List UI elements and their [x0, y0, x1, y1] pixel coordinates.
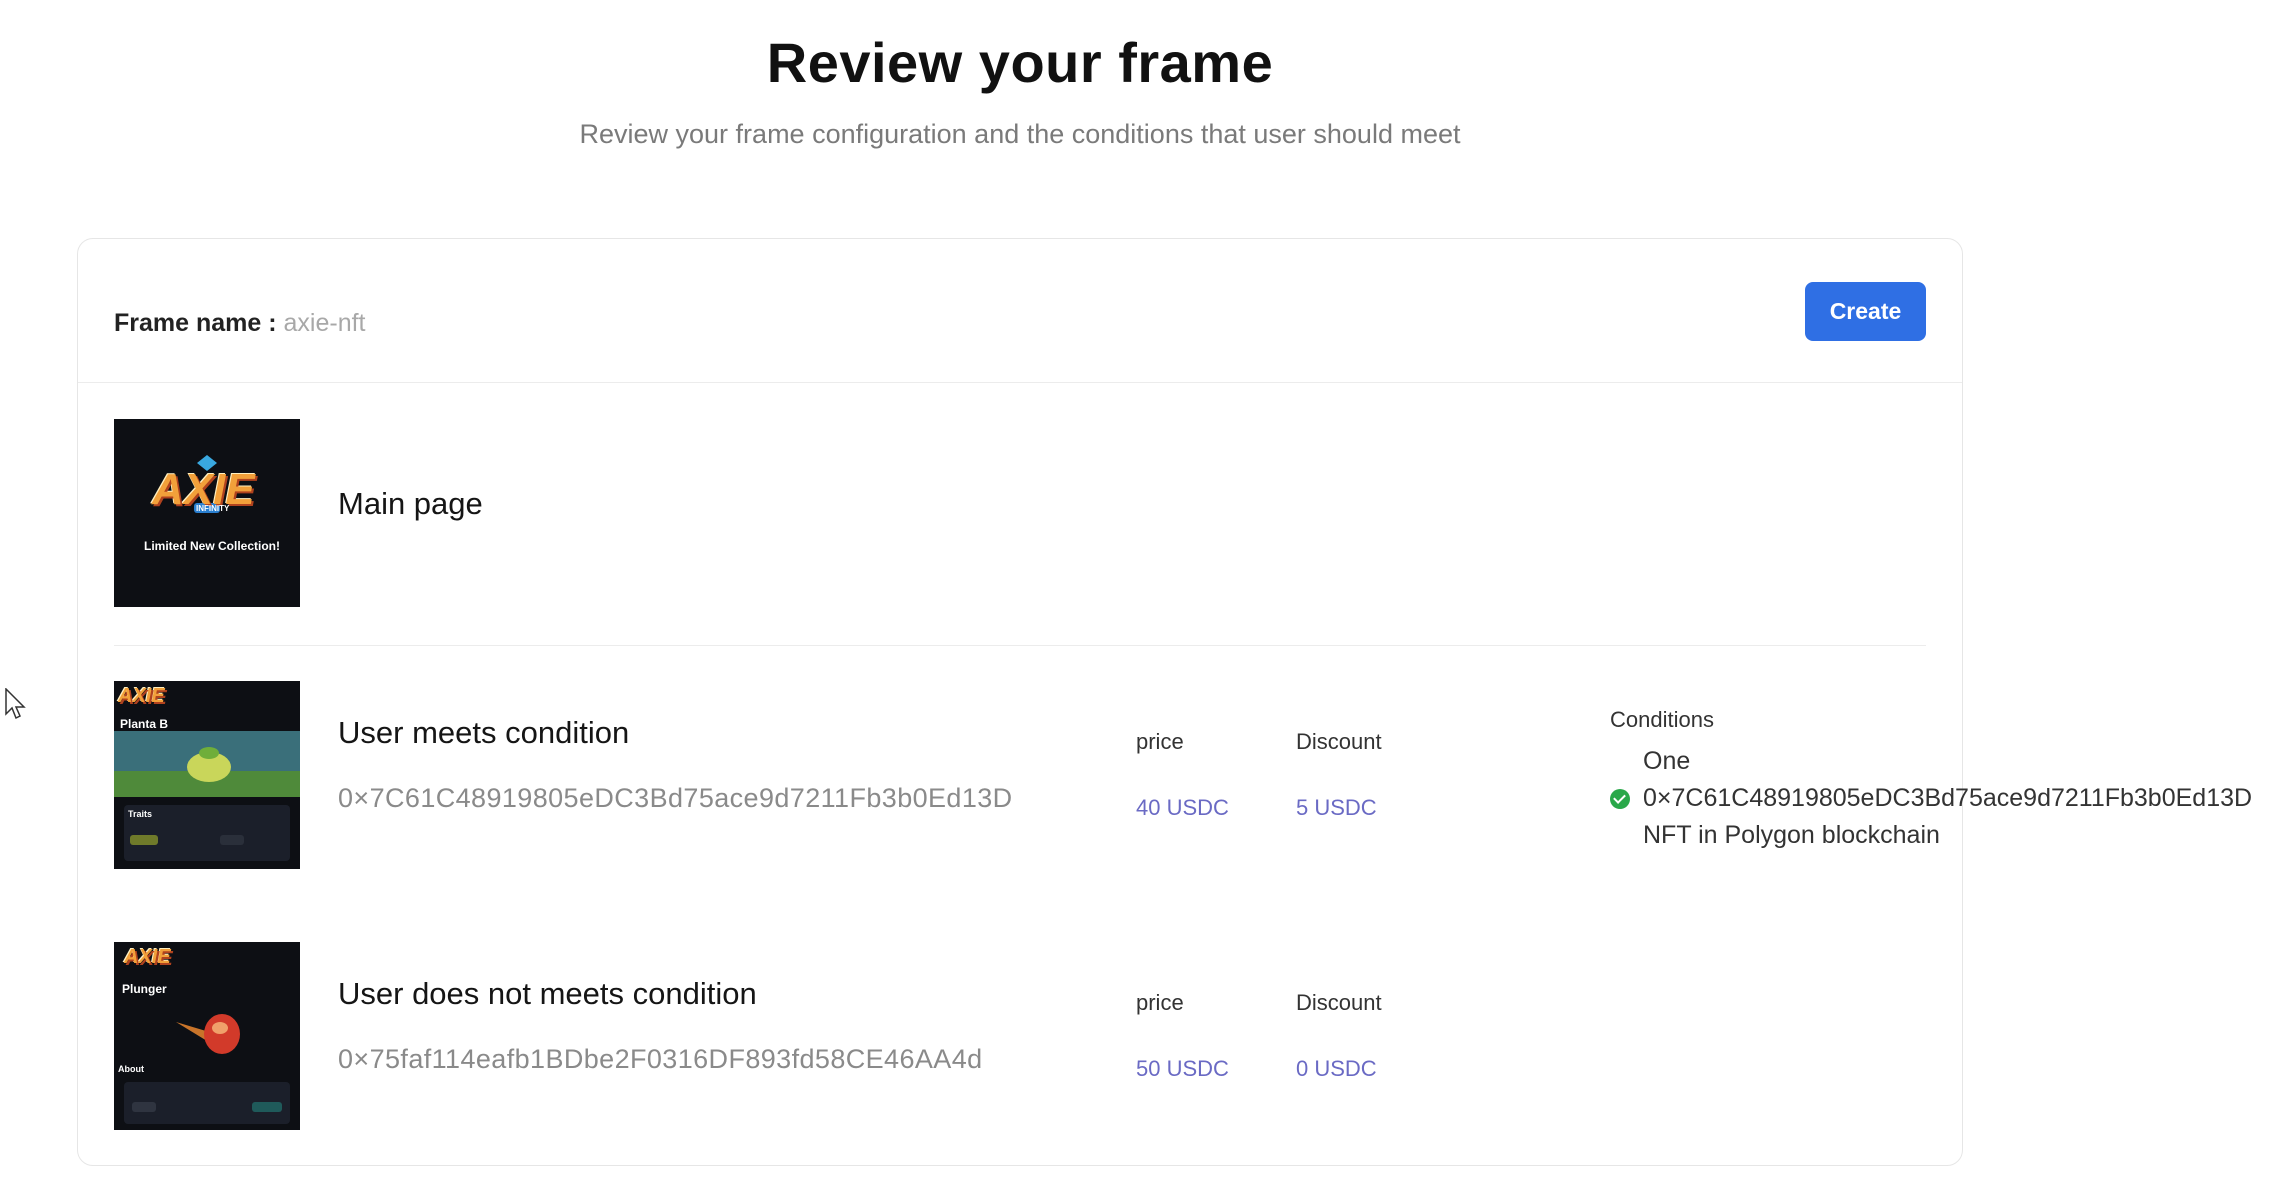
plunger-art [114, 942, 300, 1130]
meets-condition-thumbnail: AXIE Planta B Traits [114, 681, 300, 869]
planta-art [114, 681, 300, 869]
page-subtitle: Review your frame configuration and the … [579, 119, 1461, 149]
thumb-section: Traits [128, 809, 153, 819]
page-title: Review your frame [766, 31, 1274, 94]
thumb-item-name: Plunger [122, 982, 167, 996]
page-header: Review your frame Review your frame conf… [0, 30, 2040, 150]
card-header: Frame name : axie-nft Create [78, 239, 1962, 383]
discount-label: Discount [1296, 729, 1382, 754]
contract-address: 0×75faf114eafb1BDbe2F0316DF893fd58CE46AA… [338, 1044, 983, 1074]
price-label: price [1136, 990, 1184, 1015]
not-meets-condition-thumbnail: AXIE Plunger About [114, 942, 300, 1130]
page-title-main: Main page [338, 486, 483, 521]
thumb-caption: Limited New Collection! [144, 539, 281, 553]
main-page-thumbnail: AXIE INFINITY Limited New Collection! [114, 419, 300, 607]
page-row-not-meets-condition[interactable]: AXIE Plunger About User does not meets c… [114, 942, 1926, 1132]
price-value: 40 USDC [1136, 795, 1229, 820]
discount-label: Discount [1296, 990, 1382, 1015]
page-title-meets: User meets condition [338, 715, 630, 750]
page-row-main[interactable]: AXIE INFINITY Limited New Collection! Ma… [114, 419, 1926, 646]
thumb-logo-sub: INFINITY [196, 504, 230, 513]
frame-name: Frame name : axie-nft [114, 309, 366, 338]
page-title-not-meets: User does not meets condition [338, 976, 757, 1011]
discount-value: 5 USDC [1296, 795, 1377, 820]
frame-review-card: Frame name : axie-nft Create AXIE INFINI… [77, 238, 2252, 1166]
thumb-creature-name: Planta B [120, 717, 169, 731]
thumb-logo: AXIE [124, 946, 171, 968]
discount-value: 0 USDC [1296, 1056, 1377, 1081]
create-button[interactable]: Create [1805, 282, 1926, 341]
conditions-panel: Conditions One 0×7C61C48919805eDC3Bd75ac… [1610, 707, 2282, 854]
condition-contract: 0×7C61C48919805eDC3Bd75ace9d7211Fb3b0Ed1… [1643, 784, 2253, 812]
conditions-title: Conditions [1610, 707, 1714, 732]
condition-quantity: One [1643, 747, 1691, 775]
review-frame-page: Review your frame Review your frame conf… [0, 0, 2282, 1200]
check-circle-icon [1610, 789, 1630, 809]
frame-name-label: Frame name : [114, 309, 277, 337]
mouse-cursor-icon [5, 688, 26, 720]
price-label: price [1136, 729, 1184, 754]
thumb-logo: AXIE [118, 685, 165, 707]
contract-address: 0×7C61C48919805eDC3Bd75ace9d7211Fb3b0Ed1… [338, 783, 1013, 813]
condition-item: One 0×7C61C48919805eDC3Bd75ace9d7211Fb3b… [1610, 743, 2282, 854]
page-row-meets-condition[interactable]: AXIE Planta B Traits User meets conditio… [114, 681, 2252, 871]
price-value: 50 USDC [1136, 1056, 1229, 1081]
condition-chain: NFT in Polygon blockchain [1643, 821, 1940, 849]
thumb-section: About [118, 1064, 144, 1074]
frame-name-value: axie-nft [283, 309, 366, 337]
